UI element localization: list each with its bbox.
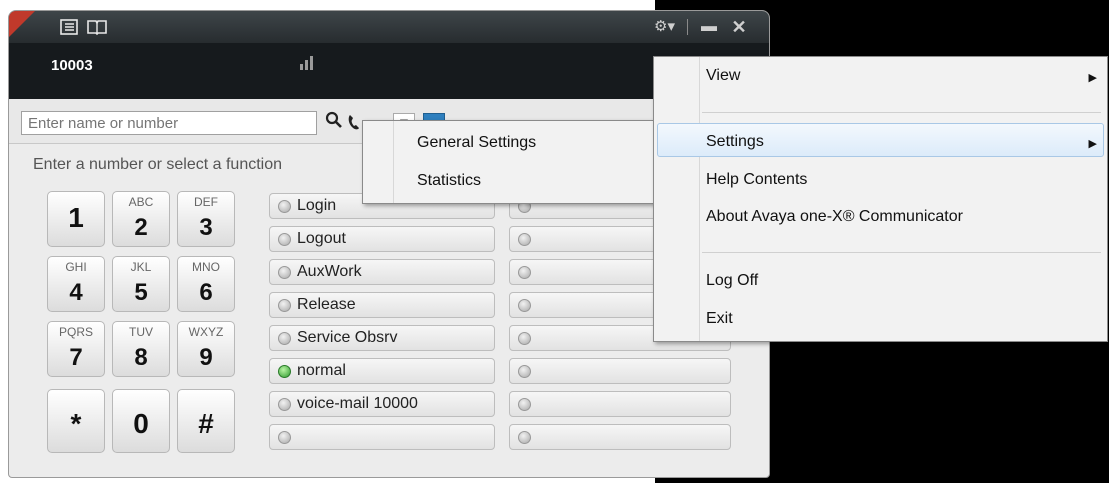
- status-led-icon: [278, 398, 291, 411]
- keypad-digit: 9: [199, 344, 213, 371]
- menu-gutter: [393, 121, 394, 203]
- status-led-icon: [278, 200, 291, 213]
- function-label: AuxWork: [297, 263, 362, 280]
- keypad-digit: *: [70, 408, 82, 439]
- keypad-digit: 0: [133, 408, 149, 439]
- keypad-digit: 1: [68, 202, 84, 233]
- titlebar-separator: [687, 19, 688, 35]
- status-led-icon: [278, 299, 291, 312]
- keypad-letters: WXYZ: [188, 325, 224, 339]
- minimize-icon[interactable]: ▬: [697, 17, 721, 37]
- status-led-icon: [278, 266, 291, 279]
- keypad-key[interactable]: MNO 6: [177, 256, 235, 312]
- keypad-key[interactable]: DEF 3: [177, 191, 235, 247]
- keypad-letters: MNO: [192, 260, 220, 274]
- function-label: normal: [297, 362, 346, 379]
- function-button-empty[interactable]: [509, 358, 731, 384]
- submenu-arrow-icon: ▶: [1088, 72, 1097, 84]
- keypad-letters: DEF: [194, 195, 218, 209]
- extension-number: 10003: [51, 57, 93, 74]
- function-button-empty[interactable]: [509, 424, 731, 450]
- menu-item-settings[interactable]: Settings: [706, 133, 764, 151]
- status-led-icon: [518, 365, 531, 378]
- settings-submenu: General Settings Statistics: [362, 120, 656, 204]
- function-button[interactable]: voice-mail 10000: [269, 391, 495, 417]
- keypad-letters: GHI: [65, 260, 87, 274]
- status-led-icon: [518, 266, 531, 279]
- status-led-icon: [278, 365, 291, 378]
- book-icon[interactable]: [85, 17, 109, 39]
- keypad-digit: 8: [134, 344, 148, 371]
- keypad-key[interactable]: JKL 5: [112, 256, 170, 312]
- submenu-arrow-icon: ▶: [1088, 138, 1097, 150]
- brand-corner: [9, 11, 35, 37]
- function-label: Service Obsrv: [297, 329, 398, 346]
- keypad-digit: 7: [69, 344, 83, 371]
- function-button-empty[interactable]: [509, 391, 731, 417]
- function-button[interactable]: normal: [269, 358, 495, 384]
- keypad-key[interactable]: ABC 2: [112, 191, 170, 247]
- keypad-key[interactable]: 0: [112, 389, 170, 453]
- phone-icon[interactable]: [347, 113, 363, 135]
- search-input[interactable]: [21, 111, 317, 135]
- status-led-icon: [518, 398, 531, 411]
- menu-item-help-contents[interactable]: Help Contents: [706, 171, 807, 189]
- function-button[interactable]: Service Obsrv: [269, 325, 495, 351]
- main-menu: View ▶ Settings ▶ Help Contents About Av…: [653, 56, 1108, 342]
- close-icon[interactable]: ✕: [727, 17, 751, 37]
- status-led-icon: [518, 233, 531, 246]
- function-button[interactable]: [269, 424, 495, 450]
- keypad-letters: TUV: [129, 325, 153, 339]
- status-led-icon: [518, 431, 531, 444]
- gear-icon[interactable]: ⚙▾: [654, 17, 675, 37]
- status-led-icon: [518, 299, 531, 312]
- function-button[interactable]: AuxWork: [269, 259, 495, 285]
- function-label: voice-mail 10000: [297, 395, 418, 412]
- keypad-digit: 5: [134, 279, 148, 306]
- menu-gutter: [699, 57, 700, 341]
- status-led-icon: [278, 233, 291, 246]
- menu-separator: [702, 112, 1101, 113]
- contacts-icon[interactable]: [57, 17, 81, 39]
- menu-item-general-settings[interactable]: General Settings: [417, 134, 536, 152]
- status-led-icon: [278, 332, 291, 345]
- dial-prompt: Enter a number or select a function: [33, 156, 283, 173]
- function-button[interactable]: Release: [269, 292, 495, 318]
- keypad-key[interactable]: WXYZ 9: [177, 321, 235, 377]
- keypad-letters: ABC: [128, 195, 154, 209]
- title-bar[interactable]: ⚙▾ ▬ ✕: [9, 11, 769, 43]
- keypad-key[interactable]: #: [177, 389, 235, 453]
- keypad-letters: JKL: [130, 260, 152, 274]
- status-led-icon: [278, 431, 291, 444]
- status-led-icon: [518, 332, 531, 345]
- keypad-digit: 2: [134, 214, 148, 241]
- function-label: Logout: [297, 230, 346, 247]
- keypad-key[interactable]: *: [47, 389, 105, 453]
- menu-item-about[interactable]: About Avaya one-X® Communicator: [706, 208, 963, 226]
- function-label: Release: [297, 296, 356, 313]
- function-button[interactable]: Logout: [269, 226, 495, 252]
- keypad-digit: 6: [199, 279, 213, 306]
- keypad-key[interactable]: TUV 8: [112, 321, 170, 377]
- menu-item-exit[interactable]: Exit: [706, 310, 733, 328]
- keypad-key[interactable]: PQRS 7: [47, 321, 105, 377]
- menu-item-statistics[interactable]: Statistics: [417, 172, 481, 190]
- menu-separator: [702, 252, 1101, 253]
- keypad-key[interactable]: GHI 4: [47, 256, 105, 312]
- keypad-digit: 4: [69, 279, 83, 306]
- keypad-digit: 3: [199, 214, 213, 241]
- search-icon[interactable]: [323, 111, 345, 135]
- keypad-digit: #: [198, 408, 214, 439]
- menu-item-view[interactable]: View: [706, 67, 740, 85]
- menu-item-log-off[interactable]: Log Off: [706, 272, 758, 290]
- function-label: Login: [297, 197, 337, 214]
- keypad-letters: PQRS: [58, 325, 93, 339]
- keypad-key[interactable]: 1: [47, 191, 105, 247]
- signal-icon: [299, 55, 315, 71]
